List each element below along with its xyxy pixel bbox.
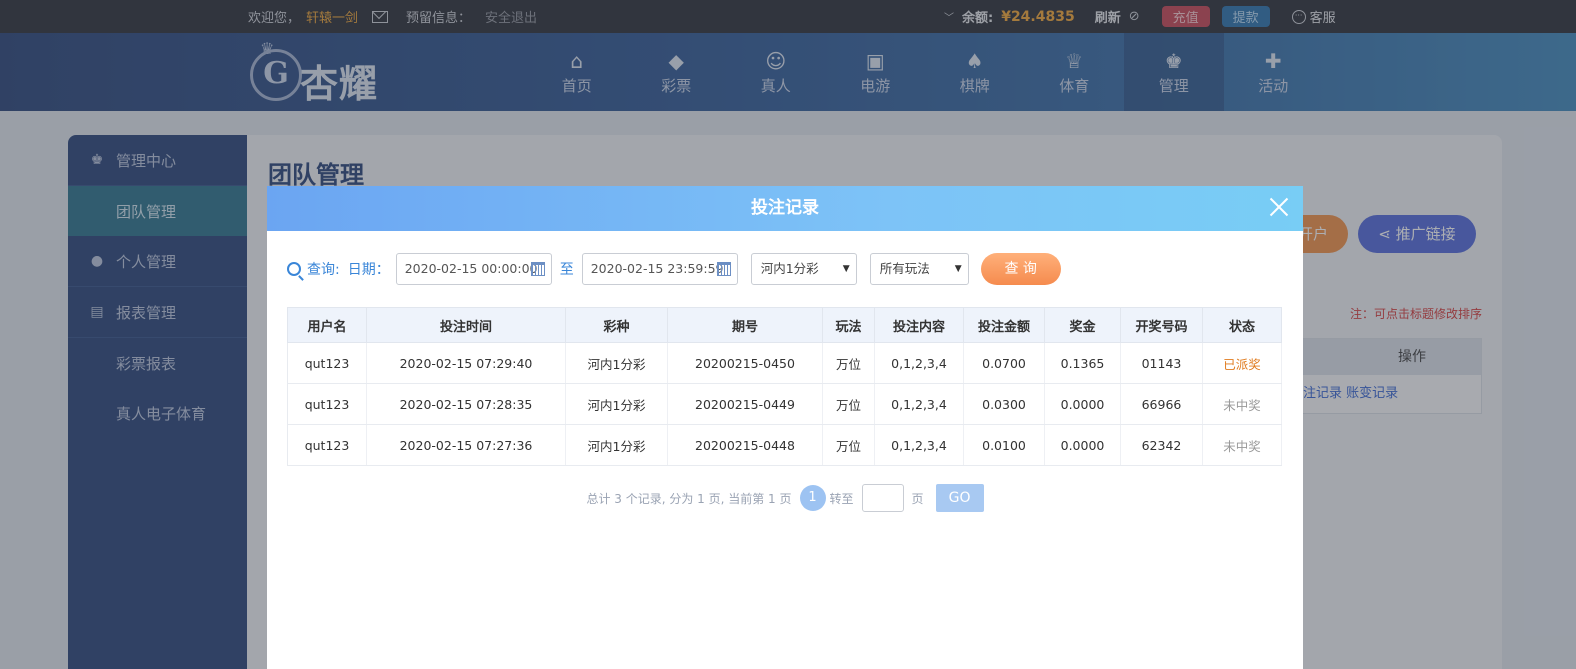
- date-from-value: 2020-02-15 00:00:00: [404, 261, 538, 276]
- cell-period: 20200215-0448: [667, 424, 823, 466]
- cell-username: qut123: [287, 342, 367, 384]
- query-label: 查询:: [307, 262, 340, 278]
- date-to-value: 2020-02-15 23:59:59: [590, 261, 724, 276]
- col-bet-time[interactable]: 投注时间: [366, 307, 566, 343]
- cell-bonus: 0.0000: [1044, 383, 1121, 425]
- cell-draw-number: 66966: [1120, 383, 1203, 425]
- cell-play: 万位: [822, 424, 875, 466]
- cell-content: 0,1,2,3,4: [874, 424, 964, 466]
- pagination-summary: 总计 3 个记录, 分为 1 页, 当前第 1 页: [586, 491, 792, 506]
- col-period[interactable]: 期号: [667, 307, 823, 343]
- play-type-select-value: 所有玩法: [879, 261, 930, 276]
- bet-records-modal: 投注记录 查询: 日期： 2020-02-15 00:00:00 至 2020-…: [267, 186, 1303, 669]
- cell-bet-time: 2020-02-15 07:27:36: [366, 424, 566, 466]
- col-bonus[interactable]: 奖金: [1044, 307, 1121, 343]
- cell-amount: 0.0300: [963, 383, 1045, 425]
- modal-title: 投注记录: [751, 198, 819, 218]
- cell-bonus: 0.0000: [1044, 424, 1121, 466]
- lottery-select[interactable]: 河内1分彩 ▼: [750, 253, 857, 285]
- cell-content: 0,1,2,3,4: [874, 342, 964, 384]
- modal-header: 投注记录: [267, 186, 1303, 231]
- goto-page-input[interactable]: [861, 484, 904, 512]
- col-play[interactable]: 玩法: [822, 307, 875, 343]
- cell-lottery: 河内1分彩: [565, 424, 668, 466]
- bet-records-table: 用户名 投注时间 彩种 期号 玩法 投注内容 投注金额 奖金 开奖号码 状态 q…: [287, 307, 1282, 466]
- col-content[interactable]: 投注内容: [874, 307, 964, 343]
- search-icon: [287, 262, 301, 276]
- calendar-icon[interactable]: [716, 262, 731, 276]
- lottery-select-value: 河内1分彩: [760, 261, 819, 276]
- date-to-input[interactable]: 2020-02-15 23:59:59: [581, 253, 738, 285]
- pagination: 总计 3 个记录, 分为 1 页, 当前第 1 页 1 转至 页 GO: [267, 484, 1303, 512]
- date-from-input[interactable]: 2020-02-15 00:00:00: [395, 253, 552, 285]
- close-icon[interactable]: [1267, 195, 1291, 219]
- cell-lottery: 河内1分彩: [565, 383, 668, 425]
- cell-draw-number: 62342: [1120, 424, 1203, 466]
- play-type-select[interactable]: 所有玩法 ▼: [869, 253, 969, 285]
- filter-bar: 查询: 日期： 2020-02-15 00:00:00 至 2020-02-15…: [287, 253, 1061, 285]
- table-header-row: 用户名 投注时间 彩种 期号 玩法 投注内容 投注金额 奖金 开奖号码 状态: [287, 307, 1282, 343]
- page-unit-label: 页: [911, 491, 924, 506]
- dropdown-arrow-icon: ▼: [954, 264, 962, 274]
- goto-label: 转至: [829, 491, 854, 506]
- date-label: 日期：: [347, 262, 390, 278]
- col-amount[interactable]: 投注金额: [963, 307, 1045, 343]
- page-number-button[interactable]: 1: [799, 485, 826, 511]
- cell-username: qut123: [287, 424, 367, 466]
- cell-play: 万位: [822, 383, 875, 425]
- col-draw-number[interactable]: 开奖号码: [1120, 307, 1203, 343]
- cell-period: 20200215-0449: [667, 383, 823, 425]
- cell-status: 未中奖: [1202, 383, 1282, 425]
- table-row: qut123 2020-02-15 07:27:36 河内1分彩 2020021…: [287, 424, 1282, 466]
- cell-amount: 0.0100: [963, 424, 1045, 466]
- col-status[interactable]: 状态: [1202, 307, 1282, 343]
- table-row: qut123 2020-02-15 07:29:40 河内1分彩 2020021…: [287, 342, 1282, 384]
- col-username[interactable]: 用户名: [287, 307, 367, 343]
- calendar-icon[interactable]: [530, 262, 545, 276]
- date-range-separator: 至: [559, 262, 574, 278]
- cell-play: 万位: [822, 342, 875, 384]
- cell-period: 20200215-0450: [667, 342, 823, 384]
- query-button[interactable]: 查 询: [980, 253, 1061, 285]
- cell-bonus: 0.1365: [1044, 342, 1121, 384]
- cell-content: 0,1,2,3,4: [874, 383, 964, 425]
- col-lottery[interactable]: 彩种: [565, 307, 668, 343]
- cell-username: qut123: [287, 383, 367, 425]
- dropdown-arrow-icon: ▼: [842, 264, 850, 274]
- cell-bet-time: 2020-02-15 07:28:35: [366, 383, 566, 425]
- table-row: qut123 2020-02-15 07:28:35 河内1分彩 2020021…: [287, 383, 1282, 425]
- cell-lottery: 河内1分彩: [565, 342, 668, 384]
- cell-status: 已派奖: [1202, 342, 1282, 384]
- cell-status: 未中奖: [1202, 424, 1282, 466]
- go-button[interactable]: GO: [935, 484, 984, 512]
- cell-bet-time: 2020-02-15 07:29:40: [366, 342, 566, 384]
- cell-amount: 0.0700: [963, 342, 1045, 384]
- cell-draw-number: 01143: [1120, 342, 1203, 384]
